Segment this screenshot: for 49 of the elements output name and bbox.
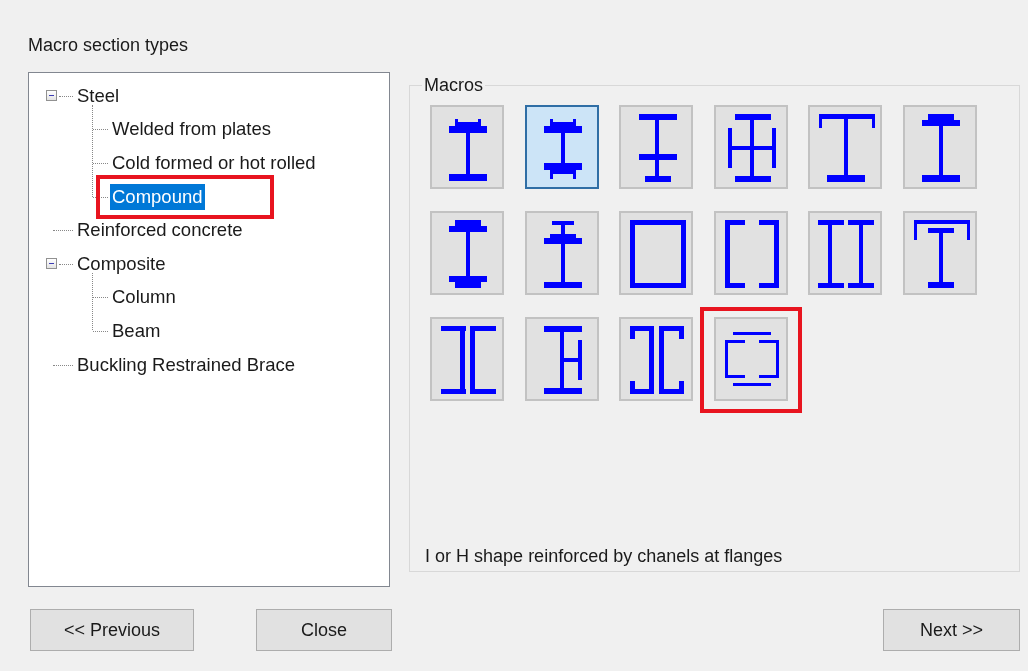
- section-button[interactable]: [619, 105, 694, 189]
- group-title: Macros: [423, 75, 485, 96]
- section-button[interactable]: [524, 211, 599, 295]
- section-types-label: Macro section types: [28, 34, 190, 57]
- tree-item[interactable]: Column: [110, 284, 178, 311]
- section-button[interactable]: [902, 211, 977, 295]
- tree-item[interactable]: Beam: [110, 317, 163, 344]
- tree-item[interactable]: Steel: [75, 82, 122, 109]
- section-button[interactable]: [713, 211, 788, 295]
- steel-section-icon: [724, 332, 779, 386]
- steel-section-icon: [913, 220, 970, 288]
- steel-section-icon: [630, 326, 685, 394]
- steel-section-icon: [639, 114, 678, 182]
- tree-item[interactable]: Buckling Restrained Brace: [75, 351, 297, 378]
- steel-section-icon: [441, 326, 497, 394]
- next-button[interactable]: Next >>: [883, 609, 1020, 651]
- section-button[interactable]: [808, 211, 883, 295]
- steel-section-icon: [449, 119, 488, 181]
- tree-item[interactable]: Composite: [75, 250, 168, 277]
- section-button[interactable]: [619, 211, 694, 295]
- section-button[interactable]: [619, 317, 694, 401]
- steel-section-icon: [449, 220, 488, 288]
- collapse-icon[interactable]: [46, 90, 57, 102]
- section-button[interactable]: [808, 105, 883, 189]
- section-button[interactable]: [430, 317, 505, 401]
- section-button[interactable]: [713, 105, 788, 189]
- tree-item[interactable]: Compound: [110, 183, 205, 210]
- section-button[interactable]: [524, 317, 599, 401]
- steel-section-icon: [543, 326, 582, 394]
- tree-item[interactable]: Cold formed or hot rolled: [110, 150, 318, 176]
- previous-button[interactable]: << Previous: [30, 609, 194, 651]
- section-button[interactable]: [713, 317, 788, 401]
- section-button[interactable]: [430, 105, 505, 189]
- steel-section-icon: [727, 114, 776, 182]
- steel-section-icon: [543, 221, 582, 288]
- steel-section-icon: [724, 220, 779, 288]
- steel-section-icon: [818, 220, 875, 288]
- description-text: I or H shape reinforced by chanels at flanges: [425, 546, 783, 567]
- steel-section-icon: [921, 114, 960, 182]
- close-button[interactable]: Close: [256, 609, 392, 651]
- tree-item[interactable]: Reinforced concrete: [75, 217, 245, 244]
- section-button[interactable]: [524, 105, 599, 189]
- steel-section-icon: [819, 114, 876, 182]
- steel-section-icon: [543, 119, 582, 179]
- collapse-icon[interactable]: [46, 258, 57, 270]
- section-button[interactable]: [902, 105, 977, 189]
- tree-item[interactable]: Welded from plates: [110, 116, 274, 143]
- section-button[interactable]: [430, 211, 505, 295]
- steel-section-icon: [630, 220, 687, 288]
